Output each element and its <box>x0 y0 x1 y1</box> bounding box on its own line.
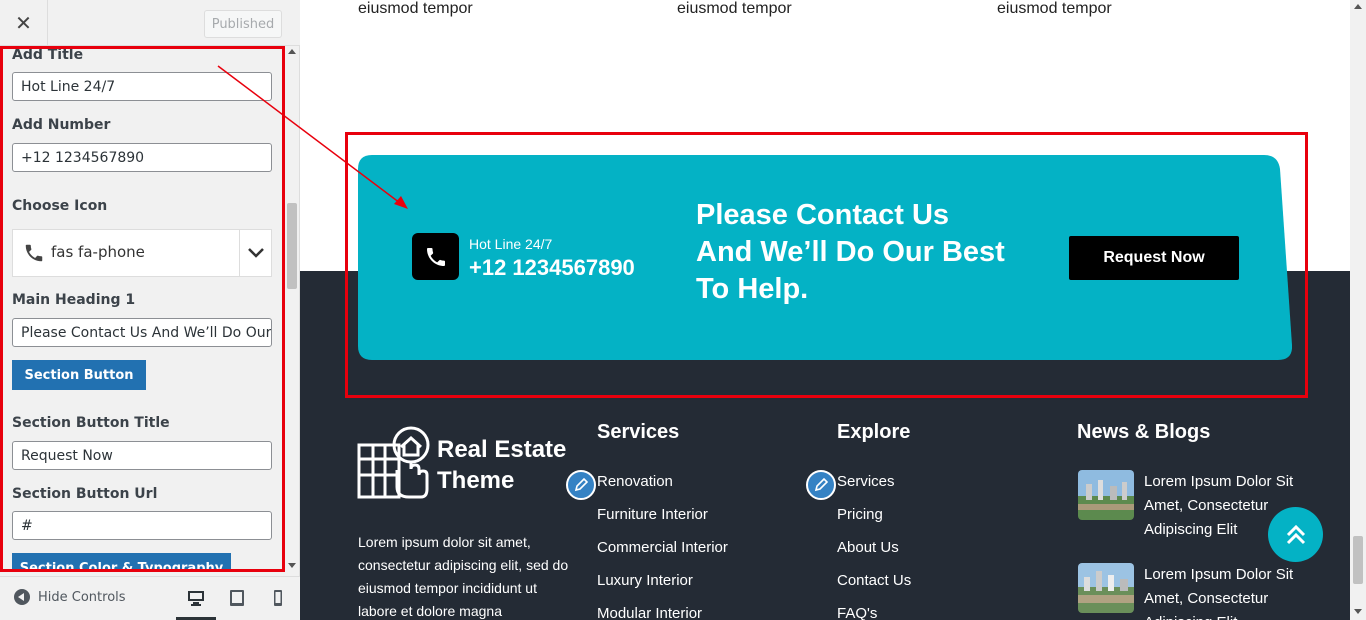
add-title-label: Add Title <box>12 47 84 63</box>
customizer-panel: Add Title Hot Line 24/7 Add Number +12 1… <box>0 47 286 572</box>
request-now-button[interactable]: Request Now <box>1069 236 1239 280</box>
footer-about-text: Lorem ipsum dolor sit amet, consectetur … <box>358 534 569 619</box>
footer-services-title: Services <box>597 421 680 443</box>
choose-icon-label: Choose Icon <box>12 198 108 214</box>
arrow-left-circle-icon <box>14 589 30 605</box>
footer-explore-title: Explore <box>837 421 911 443</box>
add-title-field[interactable]: Hot Line 24/7 <box>12 72 272 101</box>
footer-logo-text: Real Estate Theme <box>437 434 566 496</box>
page-scrollbar[interactable] <box>1350 0 1366 620</box>
section-button-toggle[interactable]: Section Button <box>12 360 146 390</box>
icon-select[interactable]: fas fa-phone <box>12 229 272 277</box>
house-logo-icon <box>357 426 430 499</box>
chevron-down-icon[interactable] <box>239 230 271 276</box>
footer-link[interactable]: Renovation <box>597 473 673 490</box>
footer-link[interactable]: Luxury Interior <box>597 572 693 589</box>
news-thumbnail[interactable] <box>1078 563 1134 613</box>
phone-icon <box>25 244 43 262</box>
scroll-down-arrow[interactable] <box>288 563 296 568</box>
footer-link[interactable]: Commercial Interior <box>597 539 728 556</box>
hide-controls-label: Hide Controls <box>38 589 126 605</box>
news-thumbnail[interactable] <box>1078 470 1134 520</box>
cta-heading: Please Contact Us And We’ll Do Our Best … <box>696 197 1056 308</box>
footer-link[interactable]: FAQ's <box>837 605 877 620</box>
customizer-footer: Hide Controls <box>0 576 300 620</box>
scroll-up-arrow[interactable] <box>1354 4 1362 9</box>
footer-logo-line: Theme <box>437 467 515 494</box>
cta-hotline-label: Hot Line 24/7 <box>469 236 553 252</box>
customizer-header: ✕ Published <box>0 0 300 46</box>
scroll-thumb[interactable] <box>1353 536 1363 584</box>
phone-icon-box <box>412 233 459 280</box>
icon-select-value: fas fa-phone <box>51 243 145 261</box>
top-text-2: eiusmod tempor <box>677 0 792 17</box>
site-preview: eiusmod tempor eiusmod tempor eiusmod te… <box>300 0 1350 620</box>
top-text-1: eiusmod tempor <box>358 0 473 17</box>
section-button-title-field[interactable]: Request Now <box>12 441 272 470</box>
section-color-typography-button[interactable]: Section Color & Typography <box>12 553 231 572</box>
pencil-icon[interactable] <box>566 470 596 500</box>
footer-link[interactable]: Services <box>837 473 895 490</box>
add-number-field[interactable]: +12 1234567890 <box>12 143 272 172</box>
footer-link[interactable]: Pricing <box>837 506 883 523</box>
scroll-up-arrow[interactable] <box>288 49 296 54</box>
cta-heading-line: And We’ll Do Our Best <box>696 236 1005 268</box>
desktop-icon[interactable] <box>187 589 205 607</box>
published-button[interactable]: Published <box>204 10 282 38</box>
pencil-icon[interactable] <box>806 470 836 500</box>
footer-link[interactable]: About Us <box>837 539 899 556</box>
cta-heading-line: Please Contact Us <box>696 199 950 231</box>
sidebar-scrollbar[interactable] <box>286 47 298 572</box>
section-button-url-label: Section Button Url <box>12 486 158 502</box>
top-text-3: eiusmod tempor <box>997 0 1112 17</box>
cta-heading-line: To Help. <box>696 273 809 305</box>
footer-link[interactable]: Modular Interior <box>597 605 702 620</box>
footer-logo-line: Real Estate <box>437 436 567 463</box>
news-post-title[interactable]: Lorem Ipsum Dolor Sit Amet, Consectetur … <box>1144 563 1304 620</box>
tablet-icon[interactable] <box>228 589 246 607</box>
main-heading-field[interactable]: Please Contact Us And We’ll Do Our Be <box>12 318 272 347</box>
footer-link[interactable]: Furniture Interior <box>597 506 708 523</box>
contact-cta-banner: Hot Line 24/7 +12 1234567890 Please Cont… <box>358 155 1292 360</box>
scroll-down-arrow[interactable] <box>1354 609 1362 614</box>
close-icon[interactable]: ✕ <box>0 0 48 46</box>
cta-phone-number[interactable]: +12 1234567890 <box>469 255 635 281</box>
customizer-sidebar: ✕ Published Add Title Hot Line 24/7 Add … <box>0 0 300 620</box>
footer-link[interactable]: Contact Us <box>837 572 911 589</box>
hide-controls-button[interactable]: Hide Controls <box>14 589 126 605</box>
double-chevron-up-icon <box>1286 524 1305 544</box>
scroll-thumb[interactable] <box>287 203 297 289</box>
main-heading-label: Main Heading 1 <box>12 292 136 308</box>
mobile-icon[interactable] <box>269 589 287 607</box>
section-button-title-label: Section Button Title <box>12 415 170 431</box>
add-number-label: Add Number <box>12 117 111 133</box>
scroll-to-top-button[interactable] <box>1268 507 1323 562</box>
section-button-url-field[interactable]: # <box>12 511 272 540</box>
phone-icon <box>426 247 445 266</box>
footer-news-title: News & Blogs <box>1077 421 1211 443</box>
